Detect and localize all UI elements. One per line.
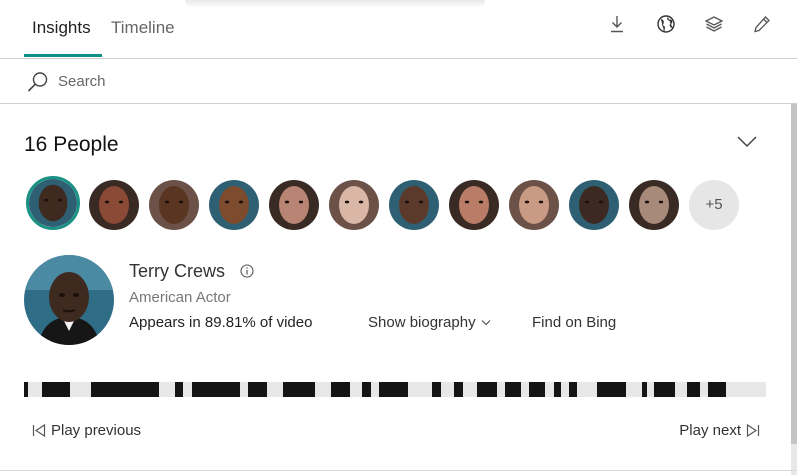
person-role: American Actor [129, 289, 231, 306]
appearance-segment[interactable] [192, 382, 240, 397]
dropdown-shadow [185, 0, 485, 8]
appearance-segment[interactable] [282, 382, 315, 397]
tab-bar: Insights Timeline [0, 0, 797, 59]
person-avatar[interactable] [629, 180, 679, 230]
more-people-button[interactable]: +5 [689, 180, 739, 230]
person-avatar[interactable] [26, 176, 80, 230]
appearance-segment[interactable] [642, 382, 648, 397]
appearance-segment[interactable] [653, 382, 675, 397]
appearance-segment[interactable] [361, 382, 372, 397]
people-count-title: 16 People [24, 133, 119, 156]
layers-icon[interactable] [704, 14, 724, 34]
download-icon[interactable] [607, 14, 627, 34]
tab-timeline[interactable]: Timeline [111, 18, 175, 38]
appearance-segment[interactable] [504, 382, 522, 397]
person-avatar[interactable] [569, 180, 619, 230]
active-tab-indicator [24, 54, 102, 57]
show-biography-button[interactable]: Show biography [368, 314, 491, 331]
globe-icon[interactable] [656, 14, 676, 34]
appearance-segment[interactable] [596, 382, 627, 397]
person-avatar[interactable] [509, 180, 559, 230]
play-previous-button[interactable]: Play previous [32, 422, 141, 439]
info-icon[interactable] [240, 264, 254, 278]
scrollbar-thumb[interactable] [791, 104, 797, 444]
appearance-segment[interactable] [553, 382, 562, 397]
appearance-segment[interactable] [379, 382, 408, 397]
search-icon[interactable] [26, 70, 50, 94]
find-on-bing-link[interactable]: Find on Bing [532, 314, 616, 331]
appearance-segment[interactable] [331, 382, 351, 397]
appearance-segment[interactable] [529, 382, 545, 397]
person-avatar[interactable] [449, 180, 499, 230]
skip-previous-icon [32, 424, 46, 437]
person-name: Terry Crews [129, 261, 226, 281]
person-avatar[interactable] [269, 180, 319, 230]
bottom-divider [0, 470, 797, 471]
person-avatar[interactable] [389, 180, 439, 230]
selected-person-avatar [24, 255, 114, 345]
chevron-down-icon [481, 320, 491, 326]
appearance-segment[interactable] [432, 382, 441, 397]
person-avatar[interactable] [149, 180, 199, 230]
appearance-segment[interactable] [453, 382, 464, 397]
appearance-timeline[interactable] [24, 382, 766, 397]
play-next-button[interactable]: Play next [679, 422, 760, 439]
person-avatar[interactable] [329, 180, 379, 230]
edit-icon[interactable] [752, 14, 772, 34]
appearance-segment[interactable] [708, 382, 726, 397]
appearance-segment[interactable] [568, 382, 577, 397]
play-next-label: Play next [679, 422, 741, 439]
appearance-segment[interactable] [687, 382, 700, 397]
appearance-segment[interactable] [41, 382, 70, 397]
search-input[interactable] [58, 71, 458, 91]
appearance-segment[interactable] [174, 382, 183, 397]
tab-insights[interactable]: Insights [32, 18, 91, 38]
chevron-down-icon[interactable] [735, 133, 759, 151]
person-avatar[interactable] [89, 180, 139, 230]
appearance-segment[interactable] [248, 382, 267, 397]
appearance-percentage: Appears in 89.81% of video [129, 314, 313, 331]
appearance-segment[interactable] [90, 382, 160, 397]
play-previous-label: Play previous [51, 422, 142, 439]
person-avatar[interactable] [209, 180, 259, 230]
search-bar [0, 59, 797, 104]
show-biography-label: Show biography [368, 314, 476, 331]
appearance-segment[interactable] [24, 382, 28, 397]
skip-next-icon [746, 424, 760, 437]
appearance-segment[interactable] [476, 382, 497, 397]
